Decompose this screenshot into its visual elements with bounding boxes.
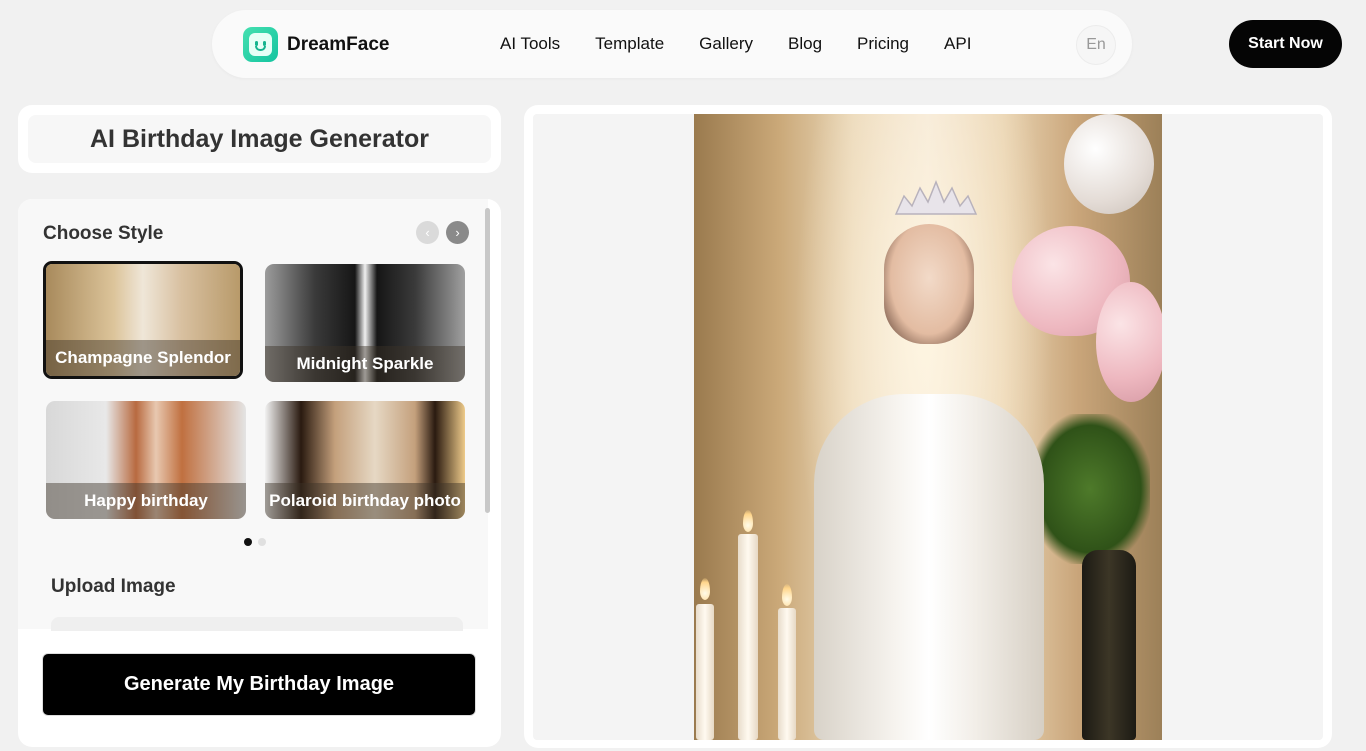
style-option-midnight-sparkle[interactable]: Midnight Sparkle — [265, 264, 465, 382]
nav-links: AI Tools Template Gallery Blog Pricing A… — [500, 10, 1006, 78]
brand-name: DreamFace — [287, 33, 390, 55]
language-switcher[interactable]: En — [1076, 25, 1116, 65]
nav-link-pricing[interactable]: Pricing — [857, 34, 909, 54]
carousel-prev-icon[interactable]: ‹ — [416, 221, 439, 244]
top-nav: DreamFace AI Tools Template Gallery Blog… — [212, 10, 1132, 78]
choose-style-heading: Choose Style — [43, 223, 164, 244]
carousel-dot-1[interactable] — [244, 538, 252, 546]
nav-link-ai-tools[interactable]: AI Tools — [500, 34, 560, 54]
upload-image-heading: Upload Image — [51, 576, 176, 597]
brand-logo[interactable]: DreamFace — [243, 27, 389, 62]
preview-card — [524, 105, 1332, 748]
carousel-next-icon[interactable]: › — [446, 221, 469, 244]
style-label: Polaroid birthday photo — [265, 483, 465, 519]
dreamface-logo-icon — [243, 27, 278, 62]
preview-area — [533, 114, 1323, 740]
preview-image — [694, 114, 1162, 740]
panel-scrollbar[interactable] — [485, 208, 490, 513]
style-option-happy-birthday[interactable]: Happy birthday — [46, 401, 246, 519]
upload-dropzone[interactable] — [51, 617, 463, 631]
style-option-champagne-splendor[interactable]: Champagne Splendor — [43, 261, 243, 379]
style-label: Champagne Splendor — [46, 340, 240, 376]
generate-button[interactable]: Generate My Birthday Image — [42, 653, 476, 716]
generator-panel: Choose Style ‹ › Champagne Splendor Midn… — [18, 199, 501, 747]
carousel-dot-2[interactable] — [258, 538, 266, 546]
nav-link-template[interactable]: Template — [595, 34, 664, 54]
nav-link-api[interactable]: API — [944, 34, 971, 54]
title-card: AI Birthday Image Generator — [18, 105, 501, 173]
style-label: Midnight Sparkle — [265, 346, 465, 382]
style-label: Happy birthday — [46, 483, 246, 519]
style-option-polaroid-birthday-photo[interactable]: Polaroid birthday photo — [265, 401, 465, 519]
title-inner: AI Birthday Image Generator — [28, 115, 491, 163]
nav-link-blog[interactable]: Blog — [788, 34, 822, 54]
style-scroll-area: Choose Style ‹ › Champagne Splendor Midn… — [18, 199, 488, 631]
start-now-button[interactable]: Start Now — [1229, 20, 1342, 68]
carousel-pagination — [244, 538, 272, 546]
nav-link-gallery[interactable]: Gallery — [699, 34, 753, 54]
page-title: AI Birthday Image Generator — [90, 124, 429, 153]
